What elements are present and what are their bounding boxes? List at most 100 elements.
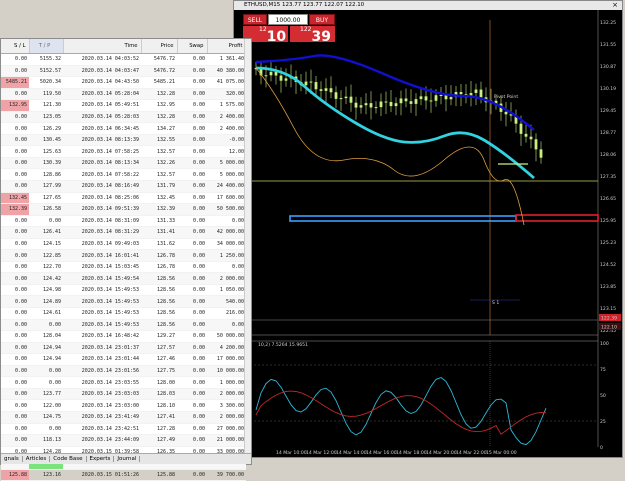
cell-time: 2020.03.14 15:03:45 (63, 261, 141, 274)
tab-journal[interactable]: Journal (114, 456, 141, 462)
table-row[interactable]: 0.00 124.15 2020.03.14 09:49:03 131.62 0.00 3… (1, 238, 246, 251)
column-header-tp[interactable]: T / P (29, 39, 64, 54)
table-row[interactable]: 0.00 126.29 2020.03.14 06:34:45 134.27 0.00 2… (1, 122, 246, 135)
table-row[interactable]: 0.00 122.85 2020.03.14 16:01:41 126.78 0.00 1… (1, 249, 246, 262)
table-row[interactable]: 0.00 0.00 2020.03.14 15:49:53 128.56 0.00 0.0… (1, 319, 246, 332)
cell-time: 2020.03.14 04:43:50 (63, 76, 141, 89)
cell-price: 132.28 (141, 88, 177, 101)
table-row[interactable]: 0.00 124.75 2020.03.14 23:41:49 127.41 0.00 2… (1, 411, 246, 424)
tab-signals[interactable]: gnals (1, 456, 23, 462)
chart-titlebar: ETHUSD,M15 123.77 123.77 122.07 122.10 × (234, 1, 622, 10)
table-row[interactable]: 0.00 130.39 2020.03.14 08:13:34 132.26 0.00 5… (1, 157, 246, 170)
candle-body (479, 89, 483, 98)
cell-profit: 2 400.00 (207, 122, 246, 135)
cell-time: 2020.03.14 07:58:22 (63, 168, 141, 181)
candle-body (449, 97, 453, 100)
chart-window[interactable]: ETHUSD,M15 123.77 123.77 122.07 122.10 ×… (233, 0, 623, 458)
table-row[interactable]: 0.00 0.00 2020.03.14 23:42:51 127.28 0.00 27 … (1, 423, 246, 436)
cell-profit: 320.00 (207, 88, 246, 101)
buy-price-digits: 39 (311, 29, 331, 45)
table-row[interactable]: 0.00 124.94 2020.03.14 23:01:44 127.46 0.00 1… (1, 353, 246, 366)
price-tag-red: 122.39 (601, 316, 617, 322)
table-row[interactable]: 0.00 124.98 2020.03.14 15:49:53 128.56 0.00 1… (1, 284, 246, 297)
table-row[interactable]: 0.00 118.13 2020.03.14 23:44:09 127.49 0.00 2… (1, 434, 246, 447)
cell-sl: 125.88 (1, 469, 29, 481)
cell-time: 2020.03.14 08:13:39 (63, 134, 141, 147)
table-row[interactable]: 132.45 127.65 2020.03.14 08:25:06 132.45 0.0… (1, 192, 246, 205)
unused-guide (256, 55, 540, 130)
table-row[interactable]: 132.39 126.58 2020.03.14 09:51:39 132.39 0.0… (1, 203, 246, 216)
tab-code-base[interactable]: Code Base (50, 456, 87, 462)
candle-body (404, 98, 408, 102)
tab-experts[interactable]: Experts (86, 456, 115, 462)
cell-swap: 0.00 (177, 307, 207, 320)
table-row[interactable]: 0.00 125.63 2020.03.14 07:58:25 132.57 0.00 1… (1, 145, 246, 158)
cell-tp: 122.00 (29, 399, 63, 412)
time-axis-label: 15 Mar 00:00 (486, 450, 517, 456)
sell-button[interactable]: SELL (243, 14, 267, 25)
table-row[interactable]: 0.00 119.50 2020.03.14 05:28:04 132.28 0.00 3… (1, 88, 246, 101)
table-row[interactable]: 0.00 122.00 2020.03.14 23:03:00 128.10 0.00 3… (1, 399, 246, 412)
table-row[interactable]: 0.00 128.86 2020.03.14 07:58:22 132.57 0.00 5… (1, 168, 246, 181)
candle-body (314, 82, 318, 90)
column-header-swap[interactable]: Swap (177, 39, 208, 54)
cell-time: 2020.03.14 04:03:52 (63, 53, 141, 66)
cell-tp: 0.00 (29, 423, 63, 436)
column-header-profit[interactable]: Profit (207, 39, 247, 54)
cell-swap: 0.00 (177, 168, 207, 181)
lot-size-input[interactable]: 1000.00 (268, 14, 308, 25)
table-row[interactable]: 125.88 123.16 2020.03.15 01:51:26 125.88 0.0… (1, 469, 246, 481)
cell-sl: 0.00 (1, 122, 29, 135)
table-row[interactable]: 0.00 123.77 2020.03.14 23:03:03 128.03 0.00 2… (1, 388, 246, 401)
cell-profit: 10 000.00 (207, 365, 246, 378)
moving-average-fast (255, 66, 535, 180)
table-row[interactable]: 0.00 5155.32 2020.03.14 04:03:52 5476.72 0.0… (1, 53, 246, 66)
table-row[interactable]: 0.00 128.04 2020.03.14 16:48:42 129.27 0.00 5… (1, 330, 246, 343)
column-header-price[interactable]: Price (141, 39, 178, 54)
cell-swap: 0.00 (177, 145, 207, 158)
table-row[interactable]: 0.00 0.00 2020.03.14 23:03:55 128.00 0.00 1 0… (1, 376, 246, 389)
table-row[interactable]: 0.00 123.05 2020.03.14 05:28:03 132.28 0.00 2… (1, 111, 246, 124)
cell-profit: 2 000.00 (207, 411, 246, 424)
cell-tp: 0.00 (29, 365, 63, 378)
candle-body (434, 95, 438, 101)
time-axis-label: 14 Mar 12:00 (306, 450, 337, 456)
candle-body (534, 139, 538, 150)
indicator-title: 10,2) 7.5264 15.9651 (258, 342, 308, 348)
table-row[interactable]: 0.00 122.70 2020.03.14 15:03:45 126.78 0.00 0… (1, 261, 246, 274)
candle-body (284, 78, 288, 81)
buy-button[interactable]: BUY (309, 14, 335, 25)
price-chart[interactable]: 132.25 131.55 130.87 130.19 129.45 128.77 128.… (234, 10, 622, 457)
table-row[interactable]: 0.00 0.00 2020.03.14 23:01:56 127.75 0.00 10 … (1, 365, 246, 378)
cell-price: 132.28 (141, 111, 177, 124)
buy-price-box[interactable]: 12239 (290, 26, 335, 45)
table-row[interactable]: 0.00 127.99 2020.03.14 08:16:49 131.79 0.00 2… (1, 180, 246, 193)
cell-time: 2020.03.14 23:03:55 (63, 376, 141, 389)
candle-body (429, 100, 433, 102)
table-row[interactable]: 0.00 5152.57 2020.03.14 04:03:47 5476.72 0.0… (1, 65, 246, 78)
table-row[interactable]: 0.00 126.41 2020.03.14 08:31:29 131.41 0.00 4… (1, 226, 246, 239)
cell-tp: 124.42 (29, 272, 63, 285)
cell-price: 128.56 (141, 272, 177, 285)
candle-body (384, 101, 388, 103)
candle-body (304, 81, 308, 86)
table-row[interactable]: 132.95 121.30 2020.03.14 05:49:51 132.95 0.0… (1, 99, 246, 112)
table-row[interactable]: 5485.21 5020.34 2020.03.14 04:43:50 5485.21… (1, 76, 246, 89)
vertical-scrollbar[interactable] (244, 39, 251, 454)
candle-body (309, 81, 313, 83)
table-row[interactable]: 0.00 130.45 2020.03.14 08:13:39 132.55 0.00-… (1, 134, 246, 147)
close-icon[interactable]: × (612, 1, 618, 10)
table-row[interactable]: 0.00 0.00 2020.03.14 08:31:09 131.33 0.00 0.0… (1, 215, 246, 228)
cell-swap: 0.00 (177, 180, 207, 193)
table-row[interactable]: 0.00 124.61 2020.03.14 15:49:53 128.56 0.00 2… (1, 307, 246, 320)
cell-sl: 0.00 (1, 376, 29, 389)
column-header-time[interactable]: Time (63, 39, 142, 54)
table-row[interactable]: 0.00 124.89 2020.03.14 15:49:53 128.56 0.00 5… (1, 295, 246, 309)
cell-sl: 0.00 (1, 145, 29, 158)
table-row[interactable]: 0.00 124.42 2020.03.14 15:49:54 128.56 0.00 2… (1, 272, 246, 285)
tab-articles[interactable]: Articles (22, 456, 51, 462)
column-header-sl[interactable]: S / L (1, 39, 30, 54)
table-row[interactable]: 0.00 124.94 2020.03.14 23:01:37 127.57 0.00 4… (1, 342, 246, 355)
cell-swap: 0.00 (177, 111, 207, 124)
cell-swap: 0.00 (177, 411, 207, 424)
